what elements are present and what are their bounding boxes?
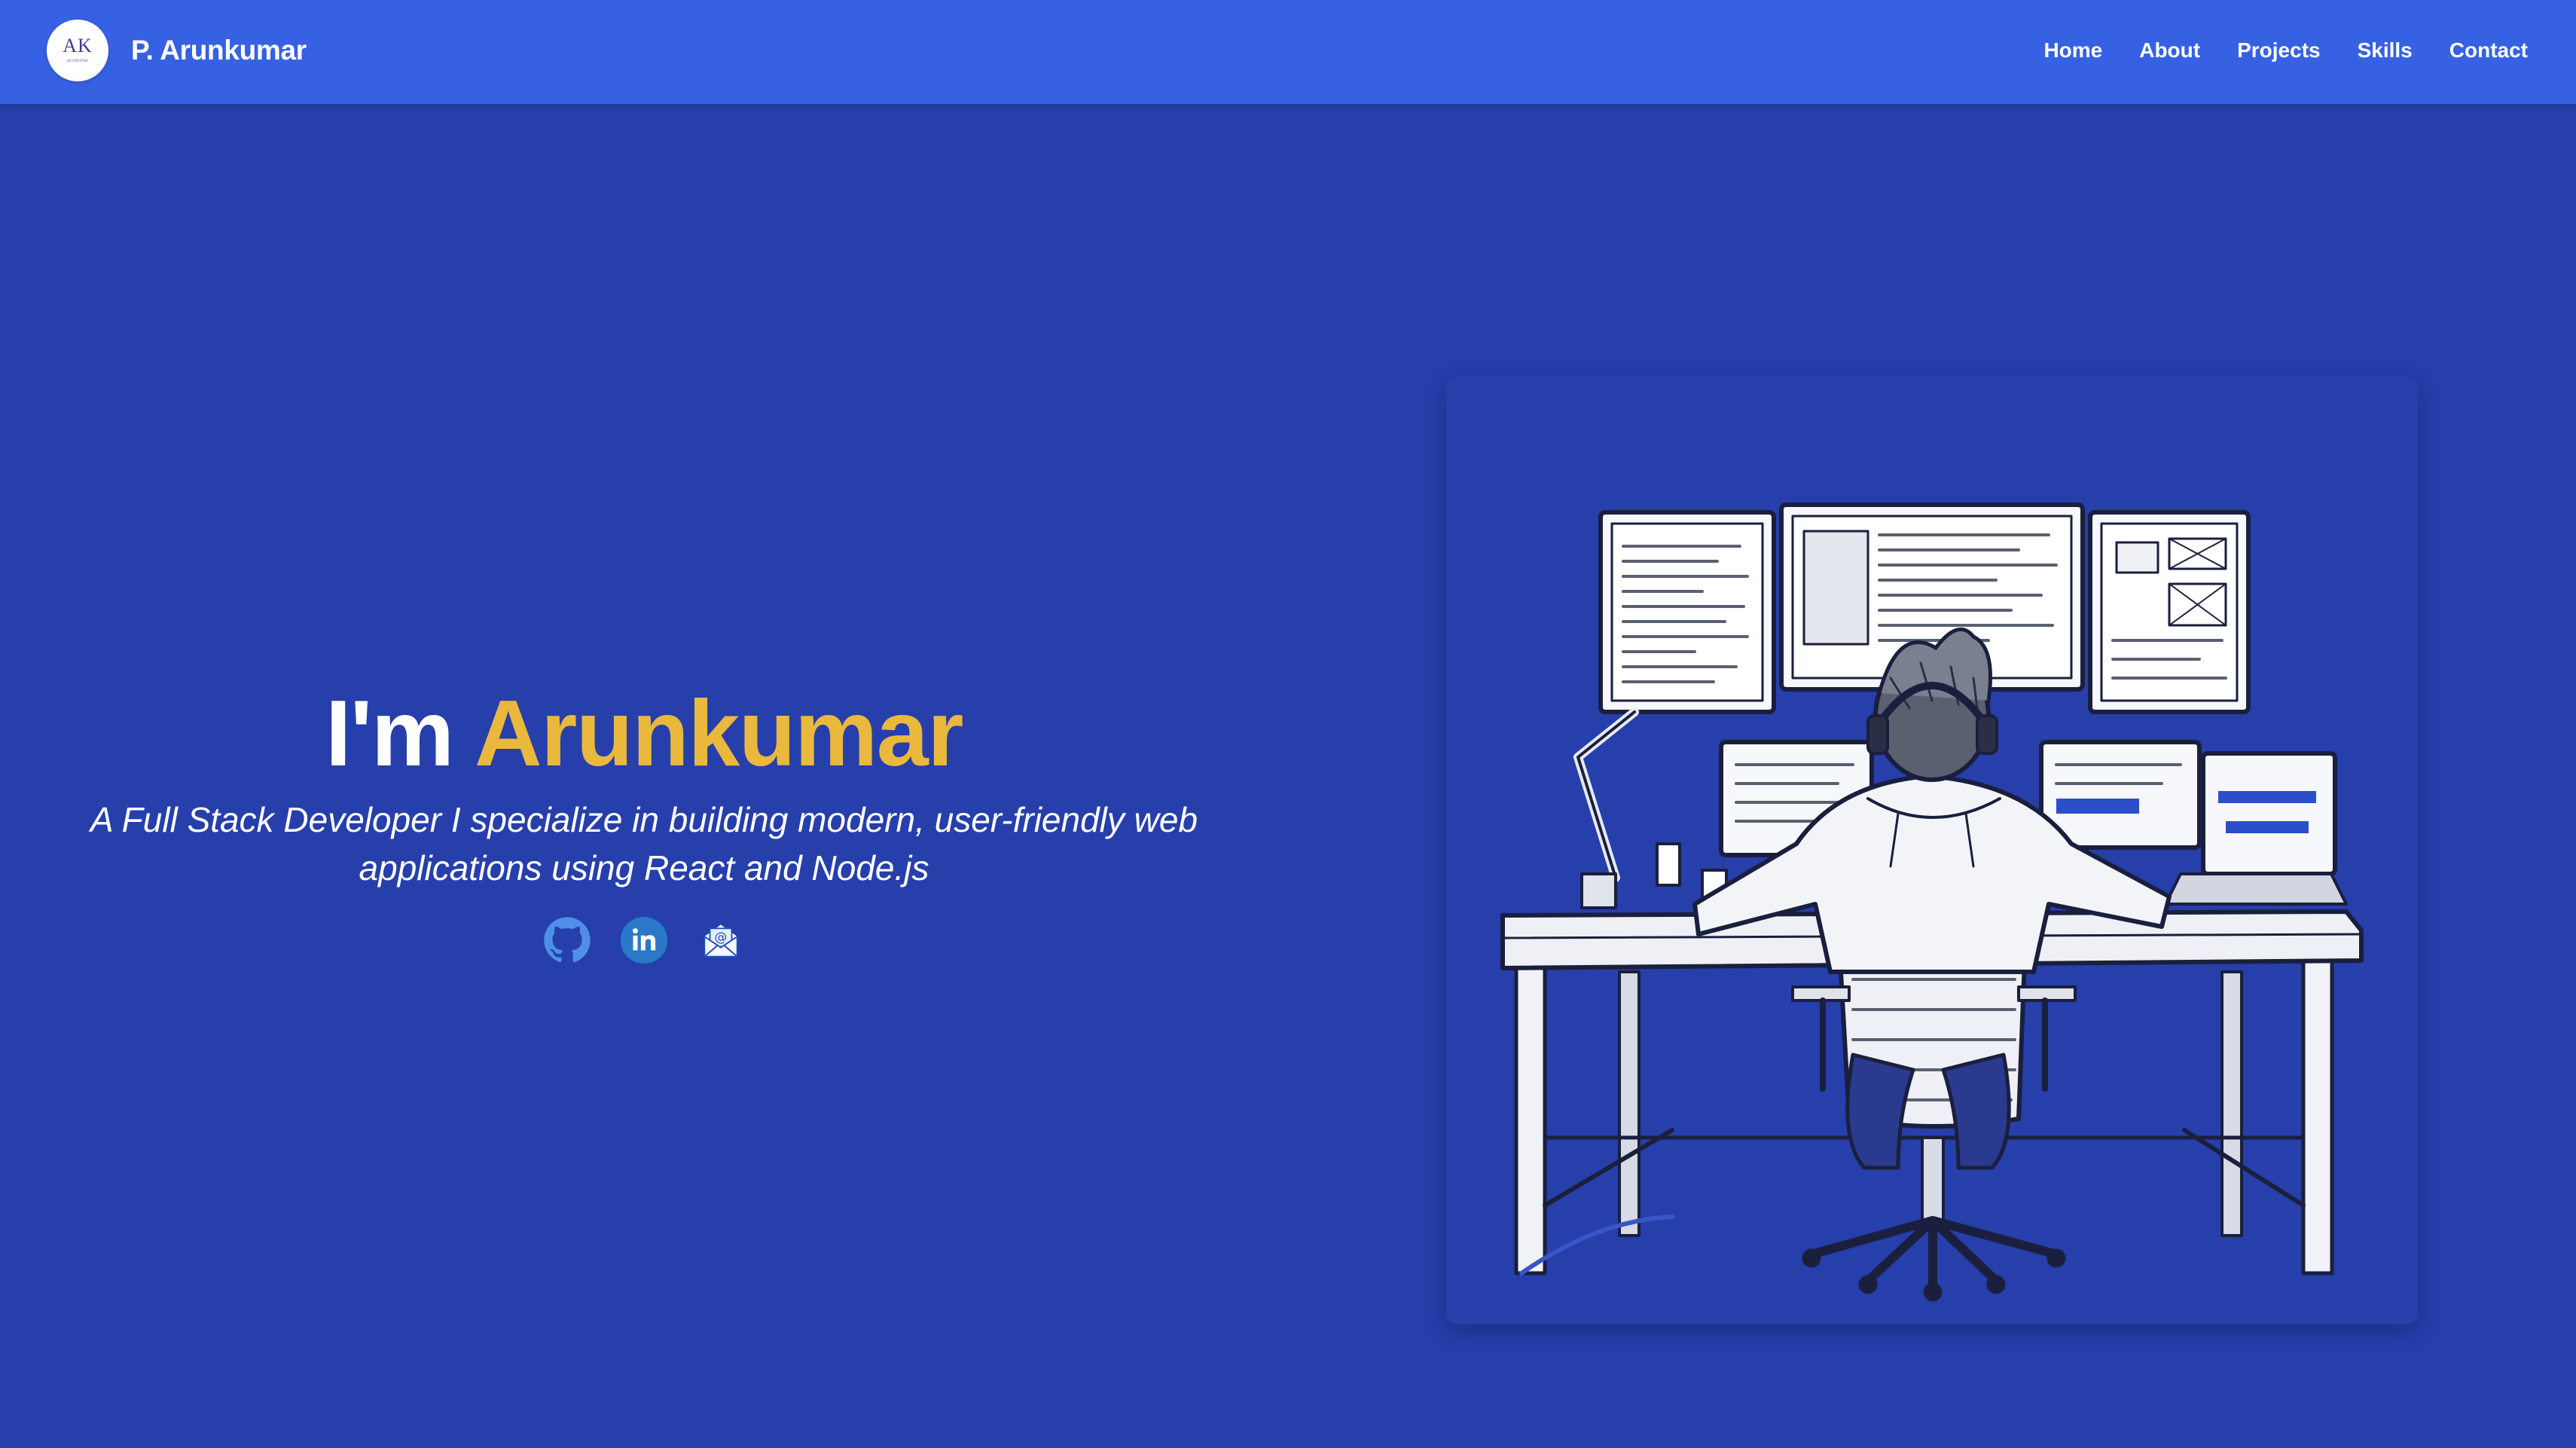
nav-link-projects[interactable]: Projects bbox=[2237, 38, 2321, 63]
svg-text:@: @ bbox=[715, 929, 728, 944]
linkedin-link[interactable] bbox=[618, 915, 670, 966]
brand-name: P. Arunkumar bbox=[131, 35, 307, 66]
github-icon bbox=[544, 917, 591, 963]
hero-title-name: Arunkumar bbox=[475, 682, 963, 786]
hero-subtitle: A Full Stack Developer I specialize in b… bbox=[56, 796, 1232, 892]
linkedin-icon bbox=[621, 916, 667, 964]
github-link[interactable] bbox=[542, 915, 593, 966]
hero-illustration bbox=[1446, 377, 2418, 1324]
brand-link[interactable]: AK arunkumar P. Arunkumar bbox=[47, 19, 307, 82]
social-links: @ bbox=[45, 915, 1243, 966]
nav-link-contact[interactable]: Contact bbox=[2449, 38, 2528, 63]
email-icon: @ bbox=[704, 924, 738, 958]
hero-subtitle-line2: applications using React and Node.js bbox=[359, 848, 929, 887]
logo: AK arunkumar bbox=[47, 20, 108, 81]
nav-link-home[interactable]: Home bbox=[2043, 38, 2102, 63]
hero-intro: I'm Arunkumar A Full Stack Developer I s… bbox=[45, 682, 1243, 966]
nav-link-skills[interactable]: Skills bbox=[2358, 38, 2413, 63]
hero-title-prefix: I'm bbox=[325, 682, 475, 786]
hero-title: I'm Arunkumar bbox=[45, 682, 1243, 787]
logo-initials: AK bbox=[63, 35, 93, 57]
email-link[interactable]: @ bbox=[695, 915, 746, 966]
logo-subtext: arunkumar bbox=[66, 59, 89, 63]
nav-links: Home About Projects Skills Contact bbox=[2007, 0, 2528, 101]
nav-link-about[interactable]: About bbox=[2139, 38, 2200, 63]
navbar: AK arunkumar P. Arunkumar Home About Pro… bbox=[0, 0, 2576, 104]
hero-subtitle-line1: A Full Stack Developer I specialize in b… bbox=[90, 799, 1198, 839]
